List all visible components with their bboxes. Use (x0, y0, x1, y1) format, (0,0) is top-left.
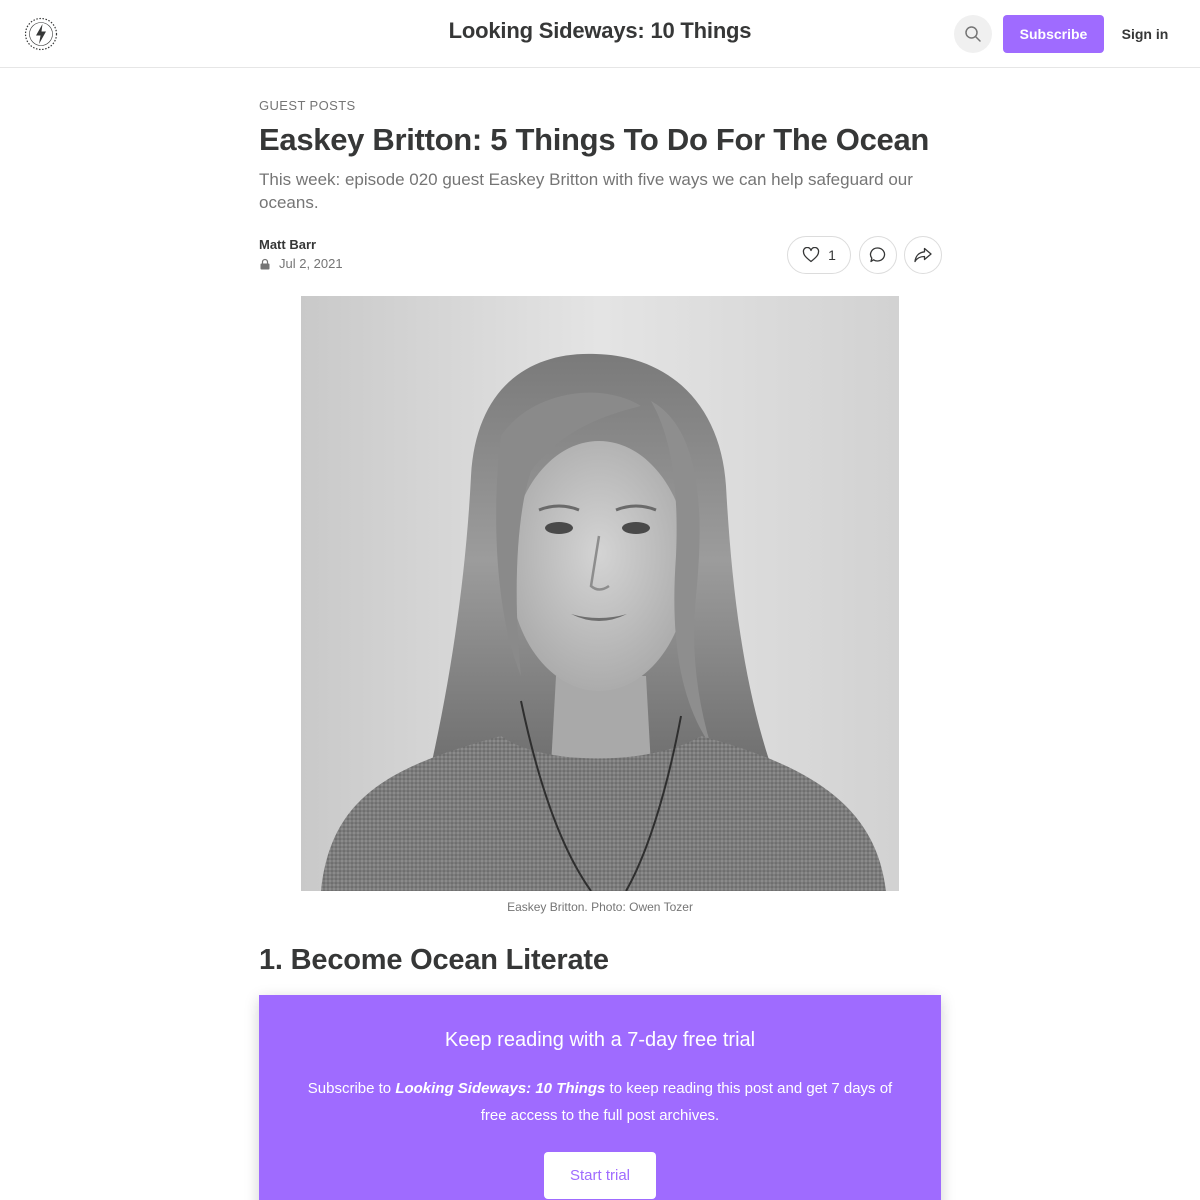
section-label[interactable]: GUEST POSTS (259, 98, 356, 113)
paywall-title: Keep reading with a 7-day free trial (444, 1029, 756, 1051)
share-button[interactable] (904, 236, 942, 274)
post-meta: Jul 2, 2021 (259, 256, 343, 271)
section-heading: 1. Become Ocean Literate (259, 944, 609, 976)
search-icon (965, 26, 981, 42)
author-name[interactable]: Matt Barr (259, 237, 316, 252)
top-navigation-bar: Looking Sideways: 10 Things Subscribe Si… (0, 0, 1200, 68)
comment-button[interactable] (859, 236, 897, 274)
start-trial-button[interactable]: Start trial (544, 1152, 656, 1199)
post-date: Jul 2, 2021 (279, 256, 343, 271)
like-button[interactable]: 1 (787, 236, 851, 274)
sign-in-link[interactable]: Sign in (1116, 15, 1174, 53)
lock-icon (260, 258, 270, 269)
photo-caption: Easkey Britton. Photo: Owen Tozer (507, 900, 693, 914)
paywall-body-prefix: Subscribe to (307, 1080, 396, 1097)
paywall-body: Subscribe to Looking Sideways: 10 Things… (299, 1075, 901, 1129)
share-arrow-icon (914, 247, 932, 263)
post-title: Easkey Britton: 5 Things To Do For The O… (259, 122, 930, 157)
subscribe-button[interactable]: Subscribe (1003, 15, 1104, 53)
search-button[interactable] (954, 15, 992, 53)
portrait-photo[interactable] (301, 296, 899, 891)
like-count: 1 (828, 247, 836, 263)
comment-bubble-icon (869, 247, 886, 263)
heart-icon (802, 247, 820, 263)
post-subtitle: This week: episode 020 guest Easkey Brit… (259, 170, 913, 212)
paywall-banner: Keep reading with a 7-day free trial Sub… (259, 995, 941, 1200)
paywall-publication-name: Looking Sideways: 10 Things (395, 1080, 606, 1097)
